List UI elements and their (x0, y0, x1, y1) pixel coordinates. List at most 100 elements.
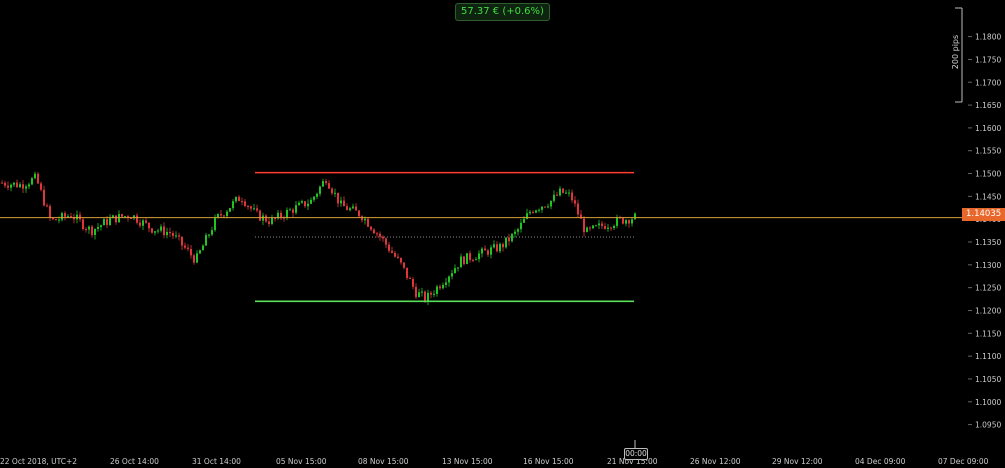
x-tick-label: 13 Nov 15:00 (442, 457, 493, 466)
candle-body (340, 200, 342, 204)
y-tick-label: 1.1500 (975, 170, 1001, 179)
candle-body (286, 209, 288, 218)
candle-body (205, 235, 207, 246)
candle-body (271, 217, 273, 224)
candle-body (388, 244, 390, 251)
candle-body (460, 256, 462, 268)
candle-body (571, 192, 573, 201)
x-tick-label: 16 Nov 15:00 (523, 457, 574, 466)
candle-body (397, 256, 399, 258)
candle-body (601, 223, 603, 227)
y-tick-label: 1.0950 (975, 421, 1001, 430)
candle-body (289, 209, 291, 211)
candle-body (310, 199, 312, 204)
candle-body (85, 228, 87, 230)
candle-body (520, 222, 522, 230)
candle-body (436, 286, 438, 294)
current-price-tag: 1.14035 (962, 208, 1005, 221)
candle-body (391, 250, 393, 253)
candle-body (628, 220, 630, 224)
candle-body (403, 262, 405, 268)
candle-body (316, 193, 318, 197)
candle-body (304, 201, 306, 207)
pips-label: 200 pips (951, 34, 960, 70)
time-cursor[interactable]: 00:00 (624, 448, 648, 460)
candle-body (115, 215, 117, 223)
candle-body (511, 233, 513, 242)
candle-body (148, 222, 150, 229)
candle-body (376, 233, 378, 235)
candle-body (94, 228, 96, 235)
candle-body (34, 173, 36, 179)
candle-body (463, 256, 465, 265)
candle-body (538, 209, 540, 211)
candle-body (22, 184, 24, 189)
candle-body (484, 248, 486, 251)
candle-body (583, 218, 585, 233)
candle-body (622, 217, 624, 224)
candle-body (421, 291, 423, 293)
candle-body (130, 218, 132, 220)
candle-body (223, 215, 225, 217)
candle-body (307, 203, 309, 207)
candle-body (544, 206, 546, 208)
candle-body (253, 208, 255, 210)
candle-body (442, 284, 444, 289)
candle-body (214, 217, 216, 231)
candle-body (532, 211, 534, 213)
candle-body (163, 226, 165, 236)
candle-body (1, 182, 3, 184)
candle-body (547, 206, 549, 208)
candle-body (379, 233, 381, 237)
candle-body (334, 192, 336, 194)
y-tick-label: 1.1250 (975, 284, 1001, 293)
candle-body (58, 219, 60, 221)
candle-body (322, 181, 324, 187)
candle-body (82, 219, 84, 229)
y-tick-label: 1.1000 (975, 398, 1001, 407)
candle-body (244, 201, 246, 206)
candle-body (184, 245, 186, 248)
candle-body (13, 182, 15, 185)
candle-body (418, 292, 420, 298)
candle-body (574, 200, 576, 204)
x-tick-label: 26 Nov 12:00 (690, 457, 741, 466)
candle-body (88, 226, 90, 230)
candle-body (109, 218, 111, 225)
candle-body (232, 201, 234, 209)
candle-body (514, 231, 516, 234)
candle-body (553, 194, 555, 201)
candle-body (280, 212, 282, 218)
candle-body (136, 215, 138, 223)
y-axis[interactable]: 1.1800 1.1750 1.1700 1.1650 1.1600 1.1550 1.15… (968, 33, 1001, 430)
y-tick-label: 1.1450 (975, 192, 1001, 201)
candle-body (178, 235, 180, 237)
y-tick-label: 1.1050 (975, 375, 1001, 384)
x-axis[interactable]: 22 Oct 2018, UTC+2 26 Oct 14:00 31 Oct 14:… (0, 457, 989, 466)
price-chart[interactable]: 1.1800 1.1750 1.1700 1.1650 1.1600 1.1550 1.15… (0, 0, 1005, 468)
candle-body (226, 211, 228, 217)
candle-body (238, 196, 240, 201)
candle-body (4, 182, 6, 186)
candle-body (457, 267, 459, 269)
candle-body (400, 257, 402, 263)
candle-body (589, 227, 591, 229)
candle-body (430, 292, 432, 295)
x-tick-label: 08 Nov 15:00 (358, 457, 409, 466)
x-tick-label: 04 Dec 09:00 (855, 457, 906, 466)
candle-body (325, 181, 327, 184)
candle-body (49, 206, 51, 218)
candle-body (469, 253, 471, 260)
candle-body (7, 185, 9, 188)
candle-body (139, 222, 141, 226)
candle-body (586, 227, 588, 233)
candle-body (364, 218, 366, 221)
candle-body (79, 214, 81, 220)
candle-body (61, 213, 63, 220)
candle-body (445, 282, 447, 285)
candle-body (352, 206, 354, 209)
candle-body (604, 226, 606, 229)
pnl-badge[interactable]: 57.37 € (+0.6%) (455, 3, 550, 21)
y-tick-label: 1.1600 (975, 124, 1001, 133)
candle-body (616, 217, 618, 226)
